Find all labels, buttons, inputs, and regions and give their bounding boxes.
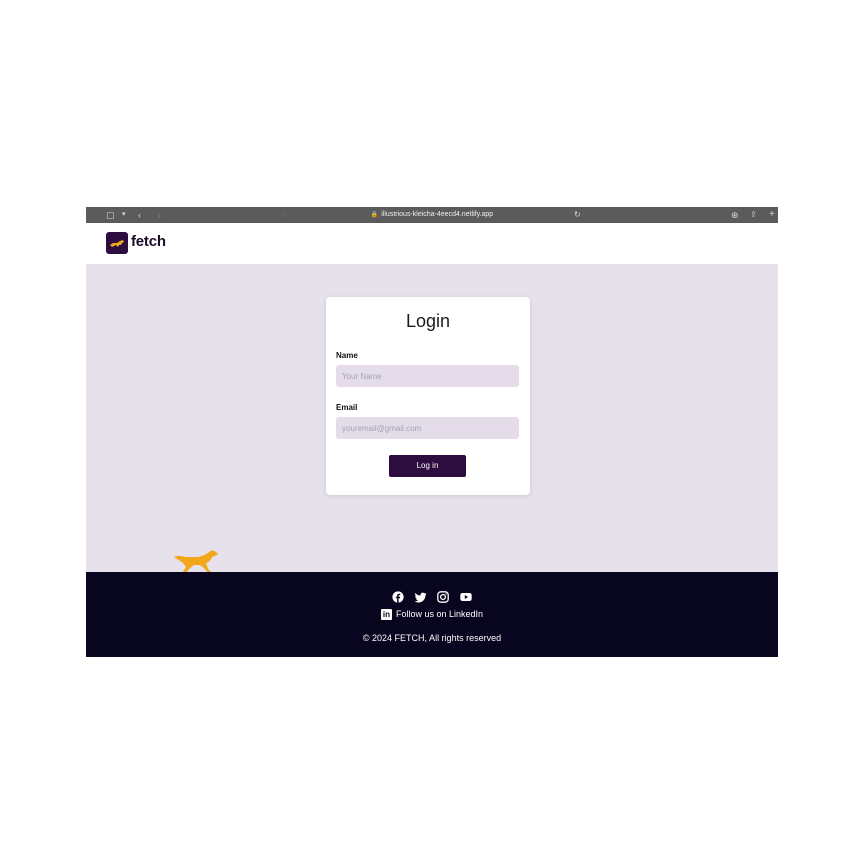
- name-input[interactable]: [336, 365, 519, 387]
- twitter-icon[interactable]: [414, 591, 427, 603]
- url-text: illustrious-kleicha-4eecd4.netlify.app: [381, 211, 494, 218]
- new-tab-icon[interactable]: +: [769, 209, 775, 221]
- browser-window: ▢ ▾ ‹ › ◌ 🔒 illustrious-kleicha-4eecd4.ne…: [86, 207, 778, 657]
- linkedin-icon: in: [380, 609, 392, 621]
- fetch-logo-icon[interactable]: [106, 232, 128, 254]
- site-footer: in Follow us on LinkedIn © 2024 FETCH, Al…: [86, 572, 778, 657]
- name-label: Name: [336, 351, 358, 360]
- instagram-icon[interactable]: [437, 590, 450, 603]
- login-title: Login: [405, 311, 451, 331]
- address-bar[interactable]: 🔒 illustrious-kleicha-4eecd4.netlify.app: [86, 207, 778, 223]
- facebook-icon[interactable]: [392, 591, 404, 603]
- youtube-icon[interactable]: [459, 591, 472, 603]
- linkedin-text: Follow us on LinkedIn: [395, 609, 484, 619]
- linkedin-link[interactable]: in Follow us on LinkedIn: [86, 609, 778, 621]
- login-card: Login Name Email Log in: [326, 297, 530, 495]
- social-links: [86, 588, 778, 606]
- reload-icon[interactable]: ↻: [574, 209, 581, 221]
- email-input[interactable]: [336, 417, 519, 439]
- lock-icon: 🔒: [370, 212, 379, 218]
- copyright-text: © 2024 FETCH, All rights reserved: [362, 633, 502, 643]
- share-icon[interactable]: ⇪: [750, 209, 757, 221]
- login-button[interactable]: Log in: [389, 455, 466, 477]
- site-header: fetch: [86, 223, 778, 264]
- email-label: Email: [336, 403, 358, 412]
- download-icon[interactable]: ⊕: [731, 209, 739, 221]
- running-dog-icon: [174, 550, 218, 574]
- brand-name[interactable]: fetch: [131, 233, 166, 250]
- browser-toolbar: ▢ ▾ ‹ › ◌ 🔒 illustrious-kleicha-4eecd4.ne…: [86, 207, 778, 223]
- main-content: Login Name Email Log in: [86, 264, 778, 574]
